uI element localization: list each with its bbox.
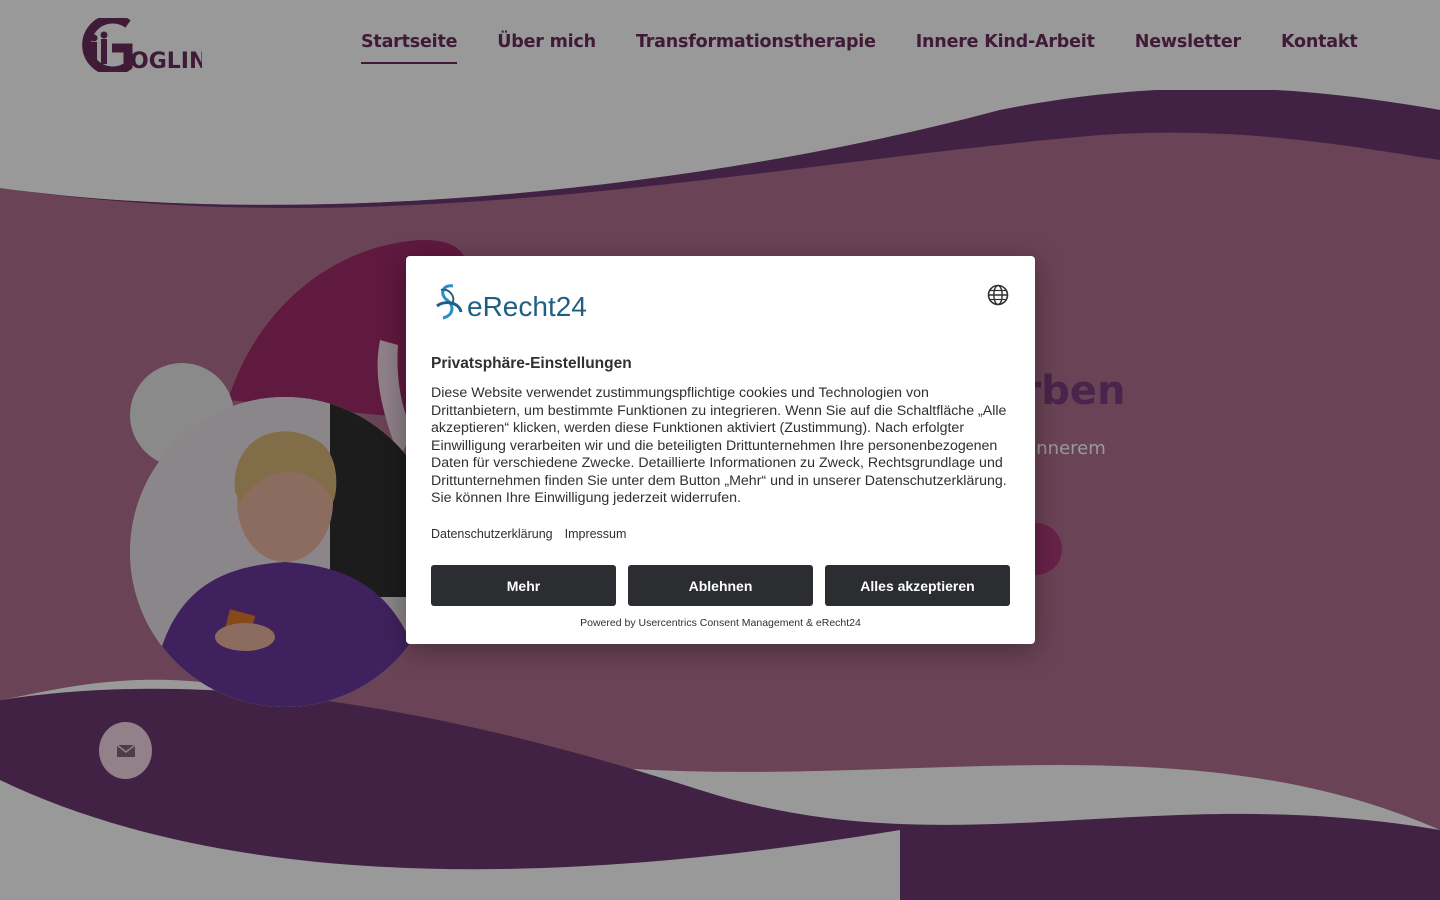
consent-buttons: Mehr Ablehnen Alles akzeptieren (431, 565, 1010, 606)
accept-all-button[interactable]: Alles akzeptieren (825, 565, 1010, 606)
reject-button[interactable]: Ablehnen (628, 565, 813, 606)
erecht24-logo: eRecht24 (431, 282, 587, 322)
consent-dialog: eRecht24 Privatsphäre-Einstellungen Dies… (406, 256, 1035, 644)
consent-links: Datenschutzerklärung Impressum (431, 527, 626, 541)
consent-title: Privatsphäre-Einstellungen (431, 355, 632, 372)
privacy-policy-link[interactable]: Datenschutzerklärung (431, 527, 553, 541)
more-button[interactable]: Mehr (431, 565, 616, 606)
brand-name: eRecht24 (467, 291, 587, 322)
consent-body: Diese Website verwendet zustimmungspflic… (431, 385, 1007, 506)
erecht24-mark-icon (436, 284, 463, 320)
globe-icon[interactable] (987, 284, 1009, 306)
powered-by: Powered by Usercentrics Consent Manageme… (580, 617, 861, 629)
imprint-link[interactable]: Impressum (565, 527, 627, 541)
